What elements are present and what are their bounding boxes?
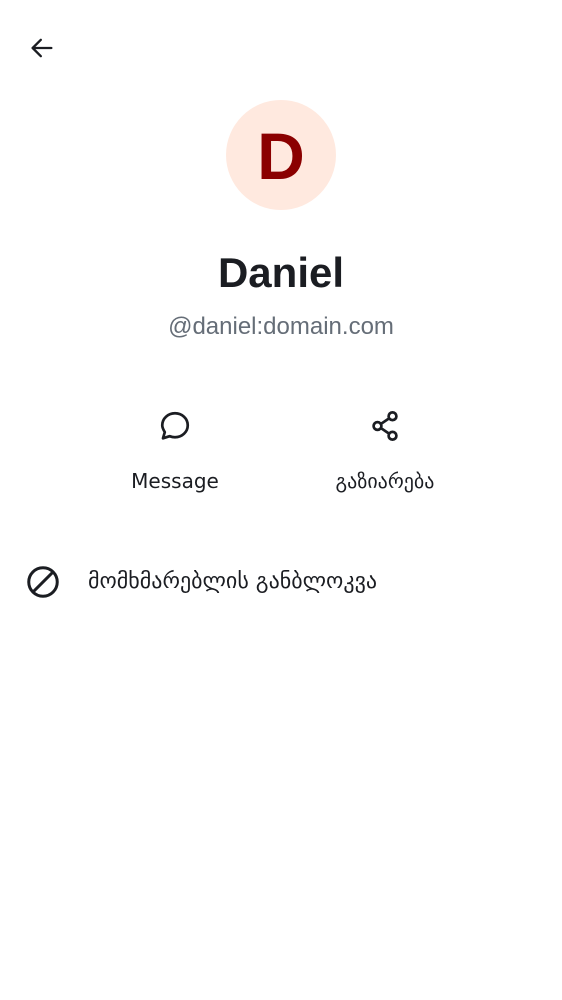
avatar-initial: D	[257, 119, 305, 193]
message-button[interactable]: Message	[85, 400, 265, 510]
block-user-item[interactable]: მომხმარებლის განბლოკვა	[0, 548, 562, 616]
message-button-label: Message	[131, 469, 219, 493]
share-button[interactable]: გაზიარება	[295, 400, 475, 510]
arrow-left-icon	[28, 34, 56, 66]
display-name: Daniel	[217, 249, 345, 296]
block-user-label: მომხმარებლის განბლოკვა	[88, 569, 378, 594]
block-icon	[24, 563, 62, 601]
share-button-label: გაზიარება	[335, 469, 435, 493]
back-button[interactable]	[20, 28, 64, 72]
chat-bubble-icon	[155, 406, 195, 446]
user-id: @daniel:domain.com	[168, 313, 394, 340]
share-icon	[365, 406, 405, 446]
avatar: D	[226, 100, 336, 210]
